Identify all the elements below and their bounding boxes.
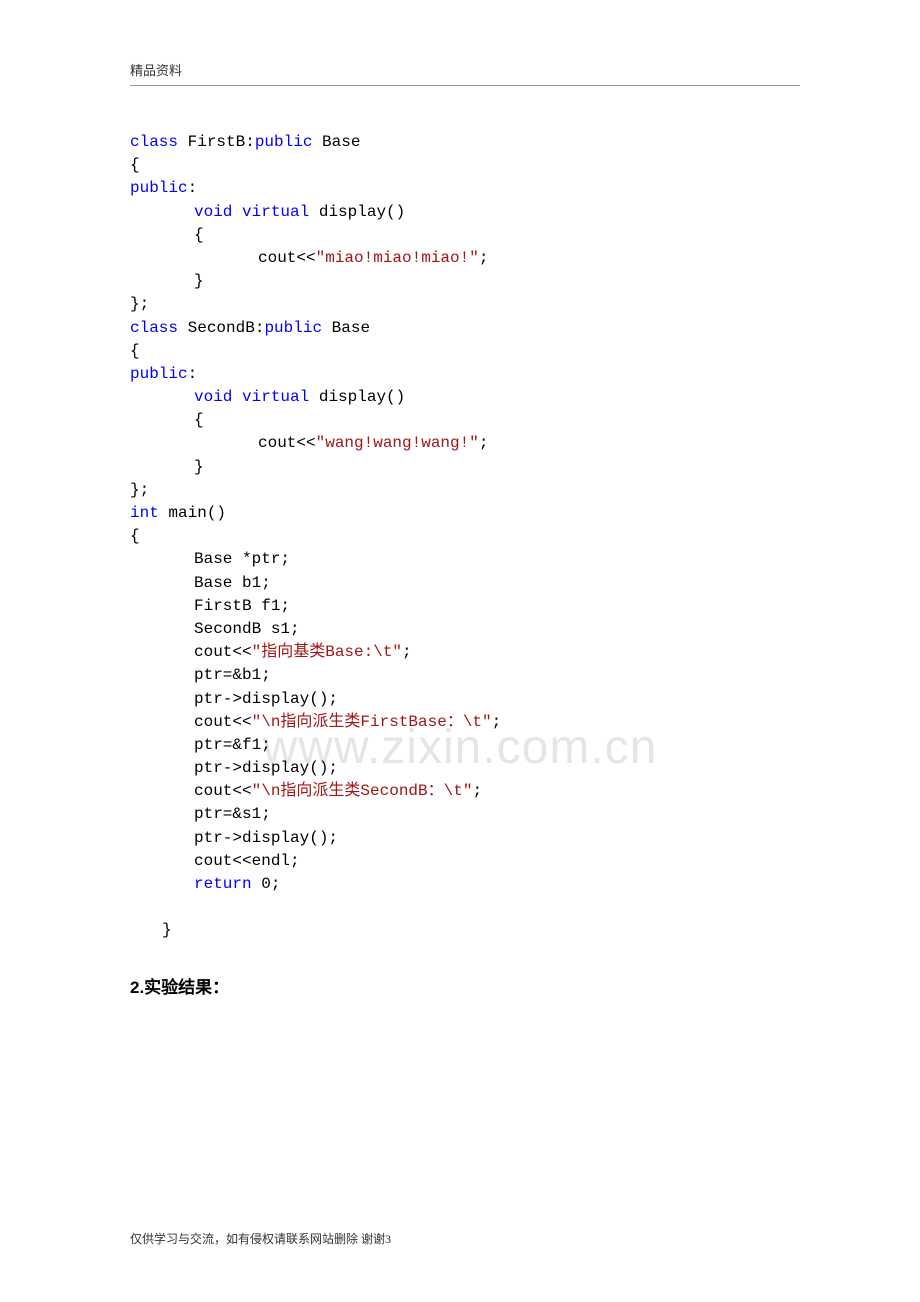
code-line: cout<<"\n指向派生类SecondB：\t"; — [130, 780, 800, 803]
kw-class: class — [130, 133, 178, 151]
code-block: class FirstB:public Base { public: void … — [130, 131, 800, 943]
code-line: ptr=&s1; — [130, 803, 800, 826]
txt: 0; — [252, 875, 281, 893]
txt: main() — [159, 504, 226, 522]
str: "miao!miao!miao!" — [316, 249, 479, 267]
code-line: cout<<"miao!miao!miao!"; — [130, 247, 800, 270]
code-line: cout<<endl; — [130, 850, 800, 873]
str: "wang!wang!wang!" — [316, 434, 479, 452]
str: "\n指向派生类SecondB：\t" — [252, 782, 473, 800]
txt: FirstB: — [178, 133, 255, 151]
code-line: ptr->display(); — [130, 827, 800, 850]
page-number: 3 — [385, 1232, 391, 1246]
code-line: cout<<"指向基类Base:\t"; — [130, 641, 800, 664]
footer-text: 仅供学习与交流，如有侵权请联系网站删除 谢谢 — [130, 1232, 385, 1246]
txt: : — [188, 179, 198, 197]
str: "指向基类Base:\t" — [252, 643, 402, 661]
code-line: class FirstB:public Base — [130, 131, 800, 154]
sp — [232, 388, 242, 406]
code-line: Base b1; — [130, 572, 800, 595]
kw-virtual: virtual — [242, 388, 309, 406]
code-line: public: — [130, 177, 800, 200]
code-line: }; — [130, 479, 800, 502]
kw-public: public — [255, 133, 313, 151]
txt: Base — [312, 133, 360, 151]
code-line: Base *ptr; — [130, 548, 800, 571]
txt: cout<< — [194, 643, 252, 661]
txt: cout<< — [258, 434, 316, 452]
code-line: int main() — [130, 502, 800, 525]
code-line: { — [130, 224, 800, 247]
txt: SecondB: — [178, 319, 264, 337]
code-line: ptr->display(); — [130, 757, 800, 780]
code-line: } — [130, 456, 800, 479]
txt: cout<< — [194, 782, 252, 800]
code-line: ptr->display(); — [130, 688, 800, 711]
code-line: } — [130, 270, 800, 293]
kw-class: class — [130, 319, 178, 337]
code-line: SecondB s1; — [130, 618, 800, 641]
code-line: FirstB f1; — [130, 595, 800, 618]
txt: ; — [402, 643, 412, 661]
code-line: cout<<"\n指向派生类FirstBase：\t"; — [130, 711, 800, 734]
page-content: 精品资料 www.zixin.com.cn class FirstB:publi… — [0, 0, 920, 998]
txt: ; — [479, 434, 489, 452]
page-footer: 仅供学习与交流，如有侵权请联系网站删除 谢谢3 — [130, 1230, 391, 1247]
code-line: cout<<"wang!wang!wang!"; — [130, 432, 800, 455]
kw-virtual: virtual — [242, 203, 309, 221]
code-line: { — [130, 154, 800, 177]
kw-return: return — [194, 875, 252, 893]
code-line: }; — [130, 293, 800, 316]
kw-void: void — [194, 388, 232, 406]
kw-public: public — [130, 179, 188, 197]
code-line: ptr=&f1; — [130, 734, 800, 757]
sp — [232, 203, 242, 221]
code-line: public: — [130, 363, 800, 386]
txt: ; — [479, 249, 489, 267]
code-line — [130, 896, 800, 919]
kw-void: void — [194, 203, 232, 221]
txt: Base — [322, 319, 370, 337]
code-line: void virtual display() — [130, 386, 800, 409]
kw-public: public — [264, 319, 322, 337]
txt: display() — [309, 203, 405, 221]
code-line: void virtual display() — [130, 201, 800, 224]
txt: cout<< — [258, 249, 316, 267]
txt: cout<< — [194, 713, 252, 731]
code-line: } — [130, 919, 800, 942]
txt: : — [188, 365, 198, 383]
section-heading: 2.实验结果： — [130, 973, 800, 998]
txt: display() — [309, 388, 405, 406]
txt: ; — [472, 782, 482, 800]
txt: ; — [492, 713, 502, 731]
code-line: { — [130, 340, 800, 363]
code-line: { — [130, 525, 800, 548]
code-line: { — [130, 409, 800, 432]
doc-header: 精品资料 — [130, 60, 800, 86]
code-line: return 0; — [130, 873, 800, 896]
kw-int: int — [130, 504, 159, 522]
code-line: class SecondB:public Base — [130, 317, 800, 340]
str: "\n指向派生类FirstBase：\t" — [252, 713, 492, 731]
code-line: ptr=&b1; — [130, 664, 800, 687]
kw-public: public — [130, 365, 188, 383]
